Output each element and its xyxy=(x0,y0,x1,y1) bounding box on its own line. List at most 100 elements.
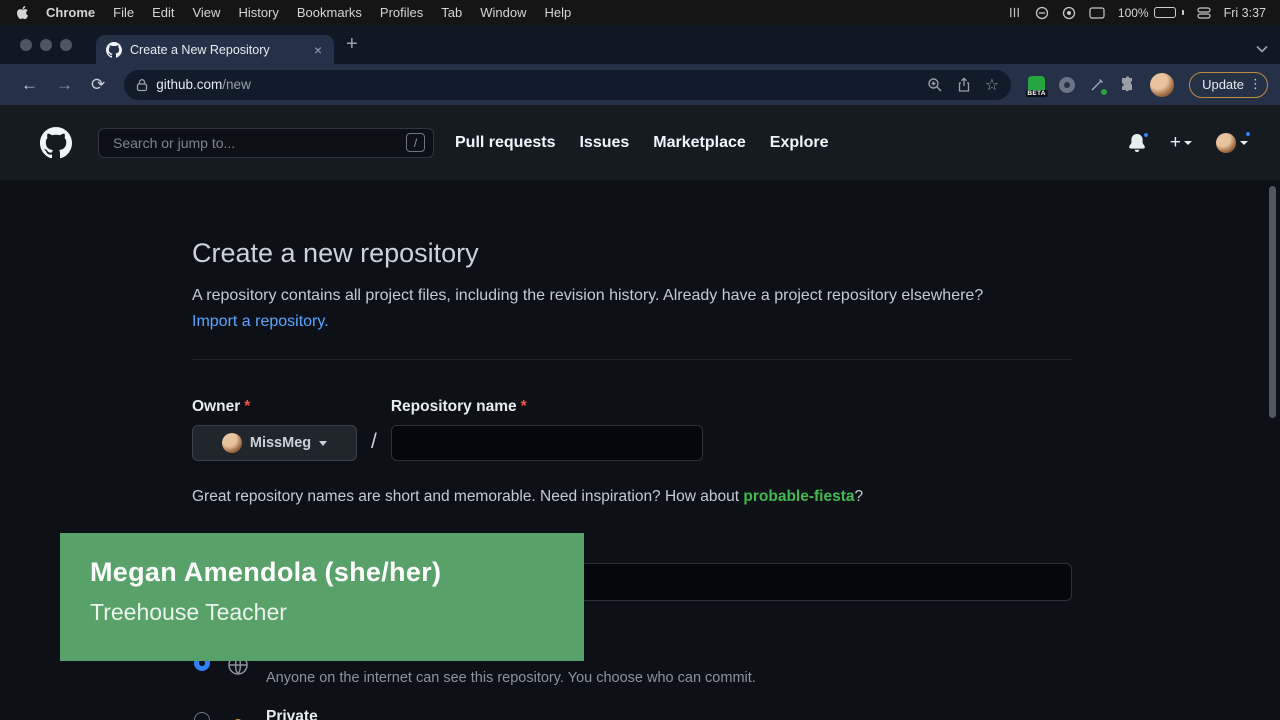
menu-item-view[interactable]: View xyxy=(183,5,229,20)
battery-indicator[interactable]: 100% xyxy=(1118,6,1184,20)
new-tab-button[interactable]: + xyxy=(346,33,358,56)
notifications-bell[interactable] xyxy=(1128,134,1146,152)
macos-menu-bar: Chrome File Edit View History Bookmarks … xyxy=(0,0,1280,25)
beta-badge: BETA xyxy=(1025,90,1047,97)
notification-dot xyxy=(1101,89,1107,95)
url-path: /new xyxy=(222,77,251,92)
github-favicon xyxy=(106,42,122,58)
menu-item-bookmarks[interactable]: Bookmarks xyxy=(288,5,371,20)
user-avatar xyxy=(1216,133,1236,153)
name-hint: Great repository names are short and mem… xyxy=(192,488,1072,506)
chevron-down-icon xyxy=(1240,141,1248,145)
focus-mode-icon[interactable] xyxy=(1035,6,1049,20)
owner-label: Owner* xyxy=(192,398,357,416)
nav-issues[interactable]: Issues xyxy=(579,134,629,152)
github-nav: Pull requests Issues Marketplace Explore xyxy=(455,134,828,152)
create-new-menu[interactable]: + xyxy=(1170,132,1192,154)
private-label: Private xyxy=(266,708,318,720)
browser-toolbar: ← → ⟳ github.com/new ☆ BETA Update ⋮ xyxy=(0,64,1280,105)
owner-select-button[interactable]: MissMeg xyxy=(192,425,357,461)
menu-item-window[interactable]: Window xyxy=(471,5,535,20)
siri-icon[interactable] xyxy=(1062,6,1076,20)
apple-menu[interactable] xyxy=(14,5,37,20)
private-radio[interactable] xyxy=(194,712,210,720)
speaker-caption-overlay: Megan Amendola (she/her) Treehouse Teach… xyxy=(60,533,584,661)
reload-button[interactable]: ⟳ xyxy=(82,75,114,95)
screen-mirroring-icon[interactable] xyxy=(1007,6,1022,19)
nav-pull-requests[interactable]: Pull requests xyxy=(455,134,555,152)
back-button[interactable]: ← xyxy=(12,75,47,95)
intro-body: A repository contains all project files,… xyxy=(192,287,983,304)
extension-knob-icon[interactable] xyxy=(1059,77,1075,93)
required-asterisk: * xyxy=(521,398,527,415)
github-header: / Pull requests Issues Marketplace Explo… xyxy=(0,105,1280,180)
visibility-option-private[interactable]: Private xyxy=(192,708,1072,720)
chevron-down-icon xyxy=(319,441,327,446)
url-host: github.com xyxy=(156,77,222,92)
hint-question-mark: ? xyxy=(855,488,864,505)
owner-repo-separator: / xyxy=(357,430,391,461)
repo-name-label: Repository name* xyxy=(391,398,703,416)
extensions-puzzle-icon[interactable] xyxy=(1119,76,1136,93)
window-controls xyxy=(20,39,72,51)
extension-beta-icon[interactable]: BETA xyxy=(1028,76,1045,93)
menu-item-chrome[interactable]: Chrome xyxy=(37,5,104,20)
apple-icon xyxy=(16,5,29,20)
unread-notification-dot xyxy=(1142,131,1150,139)
browser-menu-kebab-icon[interactable]: ⋮ xyxy=(1249,77,1262,92)
browser-profile-avatar[interactable] xyxy=(1150,73,1174,97)
menu-item-profiles[interactable]: Profiles xyxy=(371,5,432,20)
keyboard-icon[interactable] xyxy=(1089,7,1105,19)
required-asterisk: * xyxy=(244,398,250,415)
close-window-button[interactable] xyxy=(20,39,32,51)
chevron-down-icon xyxy=(1184,141,1192,145)
suggested-name-link[interactable]: probable-fiesta xyxy=(743,488,854,505)
bookmark-star-icon[interactable]: ☆ xyxy=(985,75,999,94)
menu-item-help[interactable]: Help xyxy=(536,5,581,20)
url-text: github.com/new xyxy=(156,77,251,92)
tab-search-chevron-icon[interactable] xyxy=(1256,40,1268,58)
battery-icon xyxy=(1154,7,1176,18)
share-icon[interactable] xyxy=(957,77,971,93)
menu-item-history[interactable]: History xyxy=(229,5,287,20)
battery-nub xyxy=(1182,10,1184,15)
avatar-status-dot xyxy=(1244,130,1252,138)
public-description: Anyone on the internet can see this repo… xyxy=(266,670,756,686)
slash-key-hint: / xyxy=(406,133,425,152)
user-menu[interactable] xyxy=(1216,133,1248,153)
menu-item-edit[interactable]: Edit xyxy=(143,5,183,20)
browser-tab-active[interactable]: Create a New Repository × xyxy=(96,35,334,64)
intro-text: A repository contains all project files,… xyxy=(192,283,1010,335)
speaker-name: Megan Amendola (she/her) xyxy=(90,557,584,588)
update-button[interactable]: Update ⋮ xyxy=(1189,72,1268,98)
update-label: Update xyxy=(1202,77,1244,92)
browser-tab-strip: Create a New Repository × + xyxy=(0,25,1280,64)
forward-button[interactable]: → xyxy=(47,75,82,95)
owner-field: Owner* MissMeg xyxy=(192,398,357,461)
extension-pencil-icon[interactable] xyxy=(1089,77,1105,93)
repository-name-input[interactable] xyxy=(391,425,703,461)
padlock-icon[interactable] xyxy=(136,78,148,92)
nav-marketplace[interactable]: Marketplace xyxy=(653,134,746,152)
zoom-window-button[interactable] xyxy=(60,39,72,51)
menu-item-file[interactable]: File xyxy=(104,5,143,20)
close-tab-icon[interactable]: × xyxy=(312,43,324,57)
search-input[interactable] xyxy=(111,134,406,152)
divider xyxy=(192,359,1072,360)
page-scrollbar-thumb[interactable] xyxy=(1269,186,1276,418)
zoom-icon[interactable] xyxy=(927,77,943,93)
owner-avatar xyxy=(222,433,242,453)
plus-icon: + xyxy=(1170,132,1181,154)
address-bar[interactable]: github.com/new ☆ xyxy=(124,70,1011,100)
clock[interactable]: Fri 3:37 xyxy=(1224,6,1266,20)
repo-name-field: Repository name* xyxy=(391,398,703,461)
menu-item-tab[interactable]: Tab xyxy=(432,5,471,20)
control-center-icon[interactable] xyxy=(1197,7,1211,19)
minimize-window-button[interactable] xyxy=(40,39,52,51)
github-logo[interactable] xyxy=(40,127,72,159)
nav-explore[interactable]: Explore xyxy=(770,134,829,152)
hint-text: Great repository names are short and mem… xyxy=(192,488,743,505)
github-search-box[interactable]: / xyxy=(98,128,434,158)
speaker-role: Treehouse Teacher xyxy=(90,599,584,626)
import-repository-link[interactable]: Import a repository. xyxy=(192,313,329,330)
